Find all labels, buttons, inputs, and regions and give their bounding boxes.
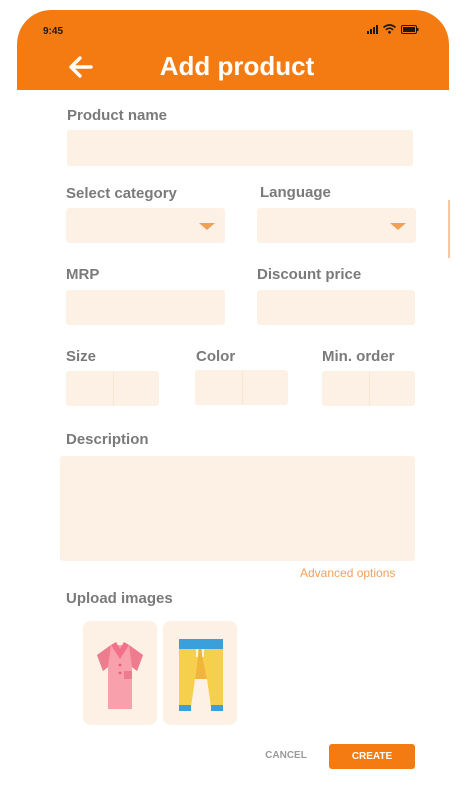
scroll-indicator: [448, 200, 450, 258]
status-icons: [367, 24, 419, 34]
signal-icon: [367, 24, 378, 34]
create-button[interactable]: CREATE: [329, 744, 415, 769]
discount-price-label: Discount price: [257, 266, 362, 283]
product-name-label: Product name: [67, 107, 168, 124]
pants-icon: [179, 639, 223, 711]
app-header: 9:45 Add product: [17, 10, 449, 90]
page-title: Add product: [159, 51, 315, 81]
chevron-down-icon: [199, 223, 215, 230]
image-thumbnail-pants[interactable]: [163, 621, 237, 725]
min-order-label: Min. order: [322, 348, 395, 365]
divider: [112, 371, 114, 406]
battery-icon: [401, 24, 419, 34]
divider: [241, 370, 243, 405]
language-label: Language: [260, 184, 331, 201]
size-stepper[interactable]: [66, 371, 159, 406]
upload-images-label: Upload images: [66, 590, 173, 607]
mrp-input[interactable]: [66, 290, 225, 325]
advanced-options-link[interactable]: Advanced options: [300, 566, 395, 580]
description-label: Description: [66, 431, 149, 448]
category-select[interactable]: [66, 208, 225, 243]
image-thumbnail-shirt[interactable]: [83, 621, 157, 725]
divider: [368, 371, 370, 406]
status-time: 9:45: [43, 26, 64, 37]
wifi-icon: [383, 24, 396, 34]
description-textarea[interactable]: [60, 456, 415, 561]
min-order-stepper[interactable]: [322, 371, 415, 406]
color-label: Color: [196, 348, 236, 365]
language-select[interactable]: [257, 208, 416, 243]
phone-screen: 9:45 Add product Product name Select cat…: [17, 10, 449, 800]
discount-price-input[interactable]: [257, 290, 415, 325]
cancel-button[interactable]: CANCEL: [255, 745, 317, 767]
mrp-label: MRP: [66, 266, 100, 283]
product-name-input[interactable]: [67, 130, 413, 166]
size-label: Size: [66, 348, 97, 365]
shirt-icon: [97, 642, 143, 709]
color-stepper[interactable]: [195, 370, 288, 405]
chevron-down-icon: [390, 223, 406, 230]
category-label: Select category: [66, 185, 177, 202]
